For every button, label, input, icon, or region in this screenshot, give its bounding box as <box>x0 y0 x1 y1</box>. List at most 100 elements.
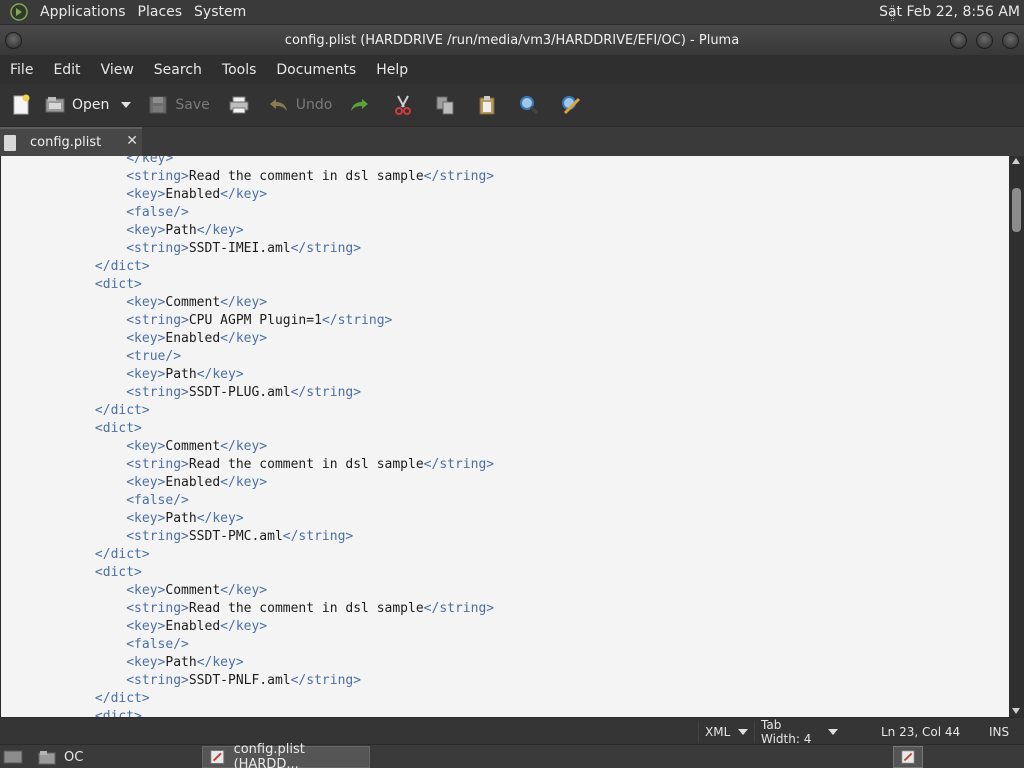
code-line[interactable]: </dict> <box>1 402 1009 420</box>
tab-width-label: Tab Width: 4 <box>761 718 812 746</box>
xml-tag: <string> <box>126 673 189 688</box>
xml-text: Path <box>165 655 197 670</box>
xml-tag: <string> <box>126 169 189 184</box>
xml-tag: </dict> <box>94 259 150 274</box>
system-menu[interactable]: System <box>188 4 252 20</box>
xml-tag: <key> <box>126 511 166 526</box>
menubar: File Edit View Search Tools Documents He… <box>0 55 1024 84</box>
code-line[interactable]: <string>SSDT-PMC.aml</string> <box>1 528 1009 546</box>
redo-button[interactable] <box>342 88 376 122</box>
code-line[interactable]: </dict> <box>1 690 1009 708</box>
xml-tag: <string> <box>126 529 189 544</box>
code-line[interactable]: <false/> <box>1 636 1009 654</box>
code-line[interactable]: <key>Path</key> <box>1 654 1009 672</box>
xml-tag: </string> <box>282 529 354 544</box>
find-button[interactable] <box>512 88 546 122</box>
code-line[interactable]: <false/> <box>1 492 1009 510</box>
code-line[interactable]: <string>Read the comment in dsl sample</… <box>1 600 1009 618</box>
close-icon[interactable]: ✕ <box>126 133 138 149</box>
code-line[interactable]: <key>Enabled</key> <box>1 474 1009 492</box>
code-line[interactable]: <dict> <box>1 564 1009 582</box>
clock[interactable]: Sat Feb 22, 8:56 AM <box>879 4 1020 20</box>
code-line[interactable]: </key> <box>1 156 1009 168</box>
text-editor[interactable]: </key> <string>Read the comment in dsl s… <box>0 156 1009 717</box>
menu-file[interactable]: File <box>0 62 43 78</box>
paste-button[interactable] <box>470 88 504 122</box>
code-line[interactable]: </dict> <box>1 546 1009 564</box>
menu-tools[interactable]: Tools <box>212 62 267 78</box>
undo-button[interactable]: Undo <box>262 88 339 122</box>
places-menu[interactable]: Places <box>132 4 189 20</box>
code-line[interactable]: <string>Read the comment in dsl sample</… <box>1 168 1009 186</box>
open-button[interactable]: Open <box>38 88 115 122</box>
code-line[interactable]: <key>Path</key> <box>1 222 1009 240</box>
code-line[interactable]: <key>Enabled</key> <box>1 618 1009 636</box>
code-line[interactable]: <key>Comment</key> <box>1 582 1009 600</box>
menu-view[interactable]: View <box>91 62 144 78</box>
xml-text: Read the comment in dsl sample <box>188 457 424 472</box>
xml-tag: </string> <box>423 601 495 616</box>
open-recent-dropdown[interactable] <box>115 88 135 122</box>
scroll-up-icon[interactable] <box>1012 158 1020 164</box>
xml-tag: <key> <box>126 367 166 382</box>
menu-search[interactable]: Search <box>144 62 212 78</box>
cut-button[interactable] <box>386 88 420 122</box>
show-desktop-button[interactable] <box>0 746 26 768</box>
minimize-button[interactable] <box>950 32 967 49</box>
undo-arrow-icon <box>268 94 290 116</box>
tab-config-plist[interactable]: config.plist ✕ <box>0 127 142 156</box>
code-line[interactable]: <string>SSDT-PLUG.aml</string> <box>1 384 1009 402</box>
applications-menu[interactable]: Applications <box>34 4 132 20</box>
taskbar-item-pluma[interactable]: config.plist (HARDD... <box>202 742 370 768</box>
code-line[interactable]: <true/> <box>1 348 1009 366</box>
tab-bar: config.plist ✕ <box>0 127 1024 156</box>
mate-logo-icon[interactable] <box>8 3 30 21</box>
code-line[interactable]: <string>SSDT-IMEI.aml</string> <box>1 240 1009 258</box>
find-replace-button[interactable] <box>554 88 588 122</box>
tab-width-dropdown[interactable]: Tab Width: 4 <box>754 718 844 746</box>
code-line[interactable]: <key>Comment</key> <box>1 294 1009 312</box>
xml-tag: </string> <box>321 313 393 328</box>
code-line[interactable]: <string>CPU AGPM Plugin=1</string> <box>1 312 1009 330</box>
taskbar-item-oc[interactable]: OC <box>32 746 198 768</box>
xml-text: Comment <box>165 583 221 598</box>
language-dropdown[interactable]: XML <box>698 721 754 743</box>
code-line[interactable]: <key>Enabled</key> <box>1 186 1009 204</box>
xml-tag: </dict> <box>94 691 150 706</box>
xml-text: Comment <box>165 295 221 310</box>
copy-button[interactable] <box>428 88 462 122</box>
scrollbar-thumb[interactable] <box>1012 188 1021 232</box>
copy-icon <box>434 94 456 116</box>
code-line[interactable]: <key>Path</key> <box>1 510 1009 528</box>
window-titlebar[interactable]: config.plist (HARDDRIVE /run/media/vm3/H… <box>0 25 1024 55</box>
code-line[interactable]: <false/> <box>1 204 1009 222</box>
code-line[interactable]: <key>Path</key> <box>1 366 1009 384</box>
window-menu-button[interactable] <box>5 32 22 49</box>
menu-help[interactable]: Help <box>366 62 418 78</box>
save-button[interactable]: Save <box>141 88 215 122</box>
new-document-button[interactable] <box>4 88 38 122</box>
bottom-panel: OC config.plist (HARDD... <box>0 742 1024 768</box>
code-line[interactable]: <string>SSDT-PNLF.aml</string> <box>1 672 1009 690</box>
code-line[interactable]: <key>Enabled</key> <box>1 330 1009 348</box>
menu-documents[interactable]: Documents <box>266 62 366 78</box>
scroll-down-icon[interactable] <box>1012 708 1020 714</box>
code-line[interactable]: <key>Comment</key> <box>1 438 1009 456</box>
code-line[interactable]: <dict> <box>1 420 1009 438</box>
code-line[interactable]: <string>Read the comment in dsl sample</… <box>1 456 1009 474</box>
workspace-switcher[interactable] <box>893 746 923 768</box>
code-content[interactable]: </key> <string>Read the comment in dsl s… <box>1 156 1009 717</box>
print-button[interactable] <box>222 88 256 122</box>
close-window-button[interactable] <box>1002 32 1019 49</box>
maximize-button[interactable] <box>976 32 993 49</box>
code-line[interactable]: <dict> <box>1 276 1009 294</box>
vertical-scrollbar[interactable] <box>1009 156 1024 717</box>
code-line[interactable]: <dict> <box>1 708 1009 717</box>
code-line[interactable]: </dict> <box>1 258 1009 276</box>
find-replace-icon <box>560 94 582 116</box>
menu-edit[interactable]: Edit <box>43 62 90 78</box>
